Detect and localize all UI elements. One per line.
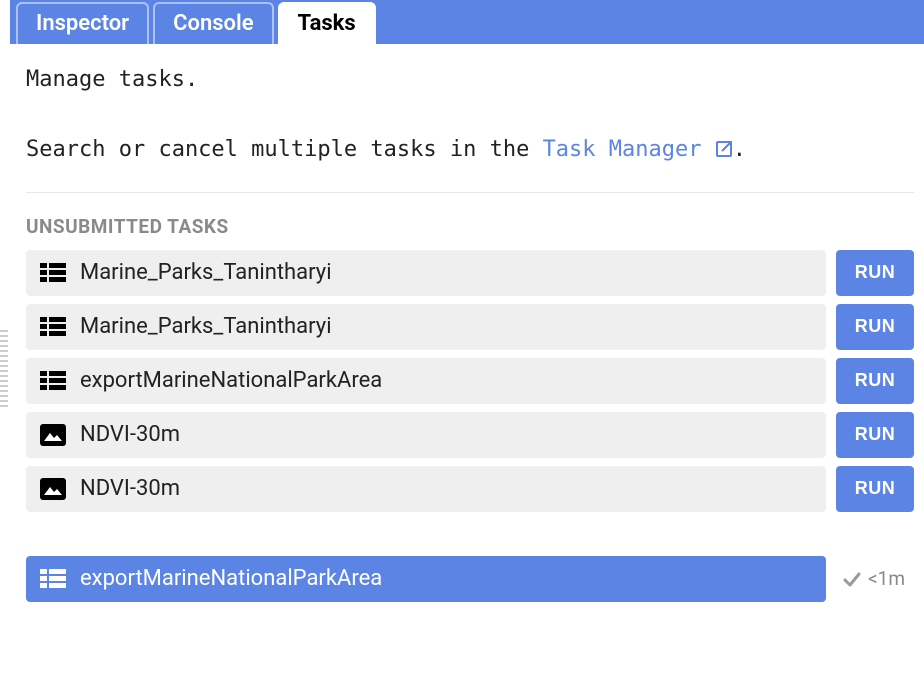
task-row: Marine_Parks_Tanintharyi RUN: [26, 304, 914, 350]
tab-inspector[interactable]: Inspector: [16, 2, 149, 44]
desc-title: Manage tasks.: [26, 67, 198, 92]
running-task-list: exportMarineNationalParkArea <1m: [26, 556, 914, 602]
task-row: exportMarineNationalParkArea RUN: [26, 358, 914, 404]
tab-tasks[interactable]: Tasks: [278, 2, 376, 44]
task-cell[interactable]: exportMarineNationalParkArea: [26, 358, 826, 404]
panel-resize-handle[interactable]: [0, 330, 8, 410]
table-icon: [40, 316, 66, 338]
desc-suffix: .: [733, 137, 746, 162]
tasks-panel: Manage tasks. Search or cancel multiple …: [10, 44, 924, 620]
table-icon: [40, 262, 66, 284]
unsubmitted-task-list: Marine_Parks_Tanintharyi RUN Marine_Park…: [26, 250, 914, 512]
task-cell[interactable]: NDVI-30m: [26, 412, 826, 458]
task-cell[interactable]: Marine_Parks_Tanintharyi: [26, 250, 826, 296]
task-name: NDVI-30m: [80, 476, 180, 501]
check-icon: [842, 569, 862, 589]
task-cell[interactable]: Marine_Parks_Tanintharyi: [26, 304, 826, 350]
task-cell[interactable]: NDVI-30m: [26, 466, 826, 512]
run-button[interactable]: RUN: [836, 412, 914, 458]
section-divider: [26, 192, 914, 193]
task-row: exportMarineNationalParkArea <1m: [26, 556, 914, 602]
run-button[interactable]: RUN: [836, 250, 914, 296]
tabbar: Inspector Console Tasks: [10, 0, 924, 44]
task-elapsed: <1m: [868, 567, 905, 590]
task-row: NDVI-30m RUN: [26, 412, 914, 458]
task-name: exportMarineNationalParkArea: [80, 368, 382, 393]
tasks-description: Manage tasks. Search or cancel multiple …: [26, 62, 914, 168]
section-spacer: [26, 520, 914, 556]
tab-console[interactable]: Console: [153, 2, 273, 44]
task-row: NDVI-30m RUN: [26, 466, 914, 512]
task-name: Marine_Parks_Tanintharyi: [80, 260, 332, 285]
task-status: <1m: [836, 567, 914, 590]
table-icon: [40, 370, 66, 392]
tasks-panel-container: Inspector Console Tasks Manage tasks. Se…: [10, 0, 924, 620]
task-row: Marine_Parks_Tanintharyi RUN: [26, 250, 914, 296]
table-icon: [40, 568, 66, 590]
task-name: Marine_Parks_Tanintharyi: [80, 314, 332, 339]
run-button[interactable]: RUN: [836, 466, 914, 512]
task-manager-link[interactable]: Task Manager: [543, 137, 733, 162]
task-name: exportMarineNationalParkArea: [80, 566, 382, 591]
run-button[interactable]: RUN: [836, 304, 914, 350]
desc-prefix: Search or cancel multiple tasks in the: [26, 137, 543, 162]
image-icon: [40, 478, 66, 500]
external-link-icon: [715, 140, 733, 158]
image-icon: [40, 424, 66, 446]
task-manager-link-text: Task Manager: [543, 137, 702, 162]
run-button[interactable]: RUN: [836, 358, 914, 404]
task-name: NDVI-30m: [80, 422, 180, 447]
task-cell-running[interactable]: exportMarineNationalParkArea: [26, 556, 826, 602]
unsubmitted-tasks-header: UNSUBMITTED TASKS: [26, 215, 914, 238]
